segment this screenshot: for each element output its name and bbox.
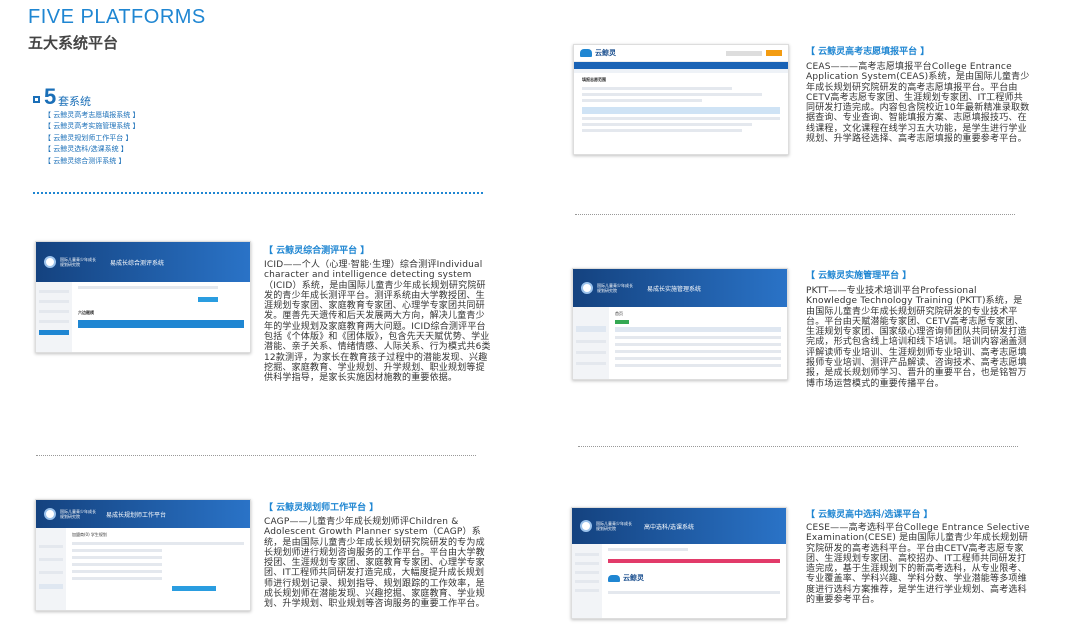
system-list: 【 云鲸灵高考志愿填报系统 】 【 云鲸灵高考实施管理系统 】 【 云鲸灵规划师…	[44, 110, 139, 167]
platform-desc: PKTT——专业技术培训平台Professional Knowledge Tec…	[806, 286, 1027, 389]
system-item: 【 云鲸灵高考志愿填报系统 】	[44, 111, 140, 119]
shot-section: 首页	[615, 311, 623, 316]
institute-logo-icon	[581, 282, 593, 294]
whale-logo-icon	[608, 574, 620, 582]
institute-logo-icon	[44, 508, 56, 520]
platform-title: 【 云鲸灵实施管理平台 】	[806, 271, 912, 281]
institute-logo-icon	[580, 520, 592, 532]
platform-desc: CEAS———高考志愿填报平台College Entrance Applicat…	[806, 62, 1030, 145]
system-count-label: 套系统	[58, 95, 91, 108]
platform-desc: CESE——高考选科平台College Entrance Selective E…	[806, 523, 1030, 606]
divider	[33, 192, 483, 194]
shot-brand: 云鲸灵	[595, 49, 616, 57]
shot-brand: 国际儿童青少年成长规划研究院	[60, 509, 96, 519]
system-item: 【 云鲸灵规划师工作平台 】	[44, 133, 133, 142]
platform-title: 【 云鲸灵规划师工作平台 】	[264, 503, 379, 513]
title-en: FIVE PLATFORMS	[28, 6, 206, 28]
title-cn: 五大系统平台	[28, 34, 119, 52]
icid-screenshot: 国际儿童青少年成长规划研究院 易成长综合测评系统 六边题模	[35, 241, 251, 353]
platform-desc: CAGP——儿童青少年成长规划师评Children & Adolescent G…	[264, 517, 485, 610]
shot-system: 高中选科/选课系统	[644, 523, 695, 531]
shot-section: 六边题模	[78, 310, 94, 315]
cese-screenshot: 国际儿童青少年成长规划研究院 高中选科/选课系统 云鲸灵	[571, 507, 787, 619]
institute-logo-icon	[44, 256, 56, 268]
platform-desc: ICID——个人（心理·智能·生理）综合测评Individual charact…	[264, 260, 491, 384]
platform-title: 【 云鲸灵高考志愿填报平台 】	[806, 47, 930, 57]
system-item: 【 云鲸灵选科/选课系统 】	[44, 145, 128, 154]
shot-logo: 云鲸灵	[623, 574, 644, 582]
shot-system: 易成长综合测评系统	[110, 259, 165, 267]
divider	[575, 214, 1015, 215]
shot-brand: 国际儿童青少年成长规划研究院	[596, 521, 632, 531]
pktt-screenshot: 国际儿童青少年成长规划研究院 易成长实施管理系统 首页	[572, 268, 788, 380]
platform-title: 【 云鲸灵综合测评平台 】	[264, 246, 370, 256]
square-bullet-icon	[33, 96, 40, 103]
shot-brand: 国际儿童青少年成长规划研究院	[60, 257, 96, 267]
system-item: 【 云鲸灵综合测评系统 】	[44, 156, 126, 165]
shot-heading: 填报志愿范围	[582, 77, 606, 82]
divider	[578, 446, 1018, 447]
cagp-screenshot: 国际儿童青少年成长规划研究院 易成长规划师工作平台 加盟商(0) 学生规划	[35, 499, 251, 611]
shot-section: 加盟商(0) 学生规划	[72, 532, 107, 537]
shot-system: 易成长实施管理系统	[647, 285, 702, 293]
system-item: 【 云鲸灵高考实施管理系统 】	[44, 122, 140, 131]
system-count: 5	[44, 84, 57, 109]
ceas-screenshot: 云鲸灵 填报志愿范围	[573, 44, 789, 155]
shot-brand: 国际儿童青少年成长规划研究院	[597, 283, 633, 293]
platform-title: 【 云鲸灵高中选科/选课平台 】	[806, 510, 933, 520]
shot-system: 易成长规划师工作平台	[106, 511, 167, 519]
whale-logo-icon	[580, 49, 592, 57]
divider	[36, 455, 476, 456]
